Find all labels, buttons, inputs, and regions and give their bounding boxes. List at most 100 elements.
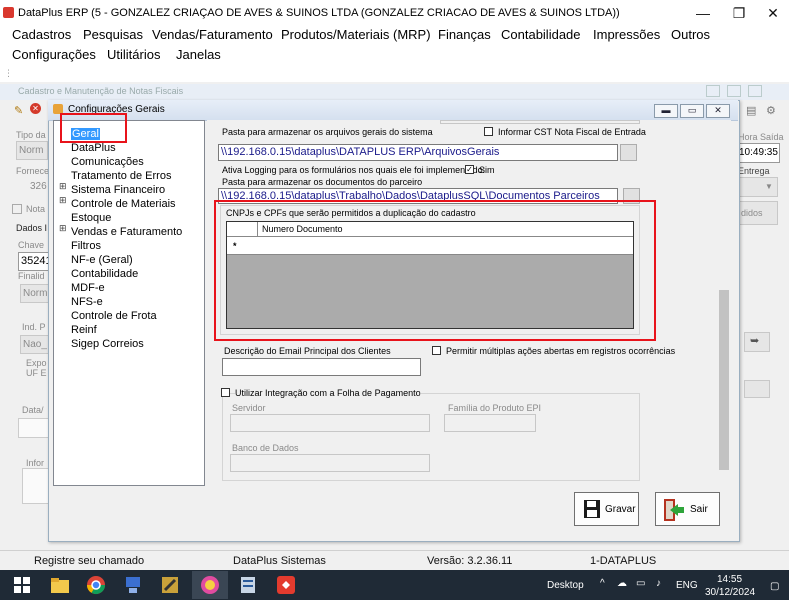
bg-label-ind: Ind. P <box>22 322 46 332</box>
menu-financas[interactable]: Finanças <box>438 27 491 42</box>
clock-date[interactable]: 30/12/2024 <box>705 587 755 598</box>
app-logo-icon <box>3 7 14 18</box>
logging-value: Sim <box>479 165 495 175</box>
tree-item-sistema-financeiro[interactable]: Sistema Financeiro <box>71 184 165 196</box>
network-app-icon[interactable] <box>123 575 143 595</box>
bg-label-fornec: Fornece <box>16 166 50 176</box>
dialog-minimize-button[interactable]: ▬ <box>654 104 678 118</box>
bg-close-button[interactable] <box>748 85 762 97</box>
colorful-app-icon[interactable] <box>200 575 220 595</box>
background-form-title-bar: Cadastro e Manutenção de Notas Fiscais <box>0 84 789 100</box>
menu-utilitarios[interactable]: Utilitários <box>107 47 160 62</box>
dialog-maximize-button[interactable]: ▭ <box>680 104 704 118</box>
bg-field-hora[interactable]: 10:49:35 <box>736 143 780 163</box>
cloud-icon[interactable]: ☁ <box>617 578 627 589</box>
arquivos-browse-button[interactable] <box>620 144 637 161</box>
bg-label-finalid: Finalid <box>18 271 45 281</box>
cst-checkbox[interactable] <box>484 127 493 136</box>
edit-icon[interactable]: ✎ <box>14 104 23 117</box>
email-field[interactable] <box>222 358 421 376</box>
tree-expand-icon[interactable]: ⊞ <box>59 195 67 206</box>
bg-minimize-button[interactable] <box>706 85 720 97</box>
bg-select-entrega[interactable]: ▼ <box>736 177 778 197</box>
bg-maximize-button[interactable] <box>727 85 741 97</box>
status-empresa: DataPlus Sistemas <box>233 555 326 567</box>
multiplas-checkbox[interactable] <box>432 346 441 355</box>
menu-produtos-materiais[interactable]: Produtos/Materiais (MRP) <box>281 27 431 42</box>
tree-item-tratamento-erros[interactable]: Tratamento de Erros <box>71 170 171 182</box>
parceiro-label: Pasta para armazenar os documentos do pa… <box>222 177 423 187</box>
menu-janelas[interactable]: Janelas <box>176 47 221 62</box>
tree-item-nfse[interactable]: NFS-e <box>71 296 103 308</box>
bg-label-expo: Expo <box>26 358 47 368</box>
banco-field <box>230 454 430 472</box>
bg-field-info <box>22 468 50 504</box>
tree-item-mdfe[interactable]: MDF-e <box>71 282 105 294</box>
tree-item-estoque[interactable]: Estoque <box>71 212 111 224</box>
bg-label-tipo: Tipo da <box>16 130 46 140</box>
tree-item-controle-materiais[interactable]: Controle de Materiais <box>71 198 176 210</box>
banco-label: Banco de Dados <box>232 443 299 453</box>
file-explorer-icon[interactable] <box>50 575 70 595</box>
menu-outros[interactable]: Outros <box>671 27 710 42</box>
menu-contabilidade[interactable]: Contabilidade <box>501 27 581 42</box>
bg-checkbox-nota[interactable] <box>12 204 22 214</box>
app-title: DataPlus ERP (5 - GONZALEZ CRIAÇAO DE AV… <box>18 7 620 19</box>
dialog-title-bar: Configurações Gerais <box>48 100 738 121</box>
tree-item-dataplus[interactable]: DataPlus <box>71 142 116 154</box>
maximize-button[interactable]: ❐ <box>722 0 756 26</box>
network-icon[interactable]: ▭ <box>636 578 645 589</box>
bg-tab-dados[interactable]: Dados I <box>16 223 47 233</box>
menu-cadastros[interactable]: Cadastros <box>12 27 71 42</box>
logging-checkbox[interactable]: ✓ <box>465 165 474 174</box>
notification-icon[interactable]: ▢ <box>770 581 779 592</box>
windows-start-icon[interactable] <box>14 577 30 593</box>
background-form-title: Cadastro e Manutenção de Notas Fiscais <box>18 86 184 96</box>
sql-app-icon[interactable] <box>238 575 258 595</box>
menu-pesquisas[interactable]: Pesquisas <box>83 27 143 42</box>
folha-checkbox[interactable] <box>221 388 230 397</box>
bg-label-data: Data/ <box>22 405 44 415</box>
chrome-icon[interactable] <box>86 575 106 595</box>
arquivos-path-field[interactable]: \\192.168.0.15\dataplus\DATAPLUS ERP\Arq… <box>218 144 618 161</box>
tree-item-comunicacoes[interactable]: Comunicações <box>71 156 144 168</box>
dialog-close-button[interactable]: ✕ <box>706 104 730 118</box>
tree-expand-icon[interactable]: ⊞ <box>59 223 67 234</box>
bg-tool-button[interactable]: ➥ <box>744 332 770 352</box>
menu-impressoes[interactable]: Impressões <box>593 27 660 42</box>
bg-button-pedidos[interactable]: didos <box>738 201 778 225</box>
tree-item-vendas-faturamento[interactable]: Vendas e Faturamento <box>71 226 182 238</box>
clock-time[interactable]: 14:55 <box>717 574 742 585</box>
tree-item-controle-frota[interactable]: Controle de Frota <box>71 310 157 322</box>
tree-item-filtros[interactable]: Filtros <box>71 240 101 252</box>
tools-app-icon[interactable] <box>160 575 180 595</box>
bg-label-chave: Chave <box>18 240 45 250</box>
desktop-toolbar[interactable]: Desktop <box>547 580 584 591</box>
language-indicator[interactable]: ENG <box>676 580 698 591</box>
close-button[interactable]: ✕ <box>756 0 789 26</box>
folha-label: Utilizar Integração com a Folha de Pagam… <box>235 388 421 398</box>
bg-tool-icon-2[interactable]: ⚙ <box>766 104 776 117</box>
tree-expand-icon[interactable]: ⊞ <box>59 181 67 192</box>
cancel-icon[interactable]: ✕ <box>30 103 41 114</box>
menu-configuracoes[interactable]: Configurações <box>12 47 96 62</box>
app-title-bar: DataPlus ERP (5 - GONZALEZ CRIAÇAO DE AV… <box>0 0 789 27</box>
bg-tool-icon-1[interactable]: ▤ <box>746 104 756 117</box>
bg-field-chave[interactable]: 35241 <box>18 252 52 271</box>
tree-item-reinf[interactable]: Reinf <box>71 324 97 336</box>
volume-icon[interactable]: ♪ <box>656 578 661 589</box>
exit-button[interactable]: Sair <box>655 492 720 526</box>
scrollbar-thumb[interactable] <box>719 290 729 470</box>
remote-app-icon[interactable] <box>276 575 296 595</box>
bg-label-uf: UF E <box>26 368 47 378</box>
minimize-button[interactable]: — <box>686 0 720 26</box>
tree-item-contabilidade[interactable]: Contabilidade <box>71 268 138 280</box>
tree-item-nfe-geral[interactable]: NF-e (Geral) <box>71 254 133 266</box>
save-button[interactable]: Gravar <box>574 492 639 526</box>
familia-field <box>444 414 536 432</box>
menu-vendas-faturamento[interactable]: Vendas/Faturamento <box>152 27 273 42</box>
bg-small-button[interactable] <box>744 380 770 398</box>
tree-item-sigep-correios[interactable]: Sigep Correios <box>71 338 144 350</box>
tray-chevron-icon[interactable]: ^ <box>600 578 605 589</box>
status-chamado[interactable]: Registre seu chamado <box>34 555 144 567</box>
